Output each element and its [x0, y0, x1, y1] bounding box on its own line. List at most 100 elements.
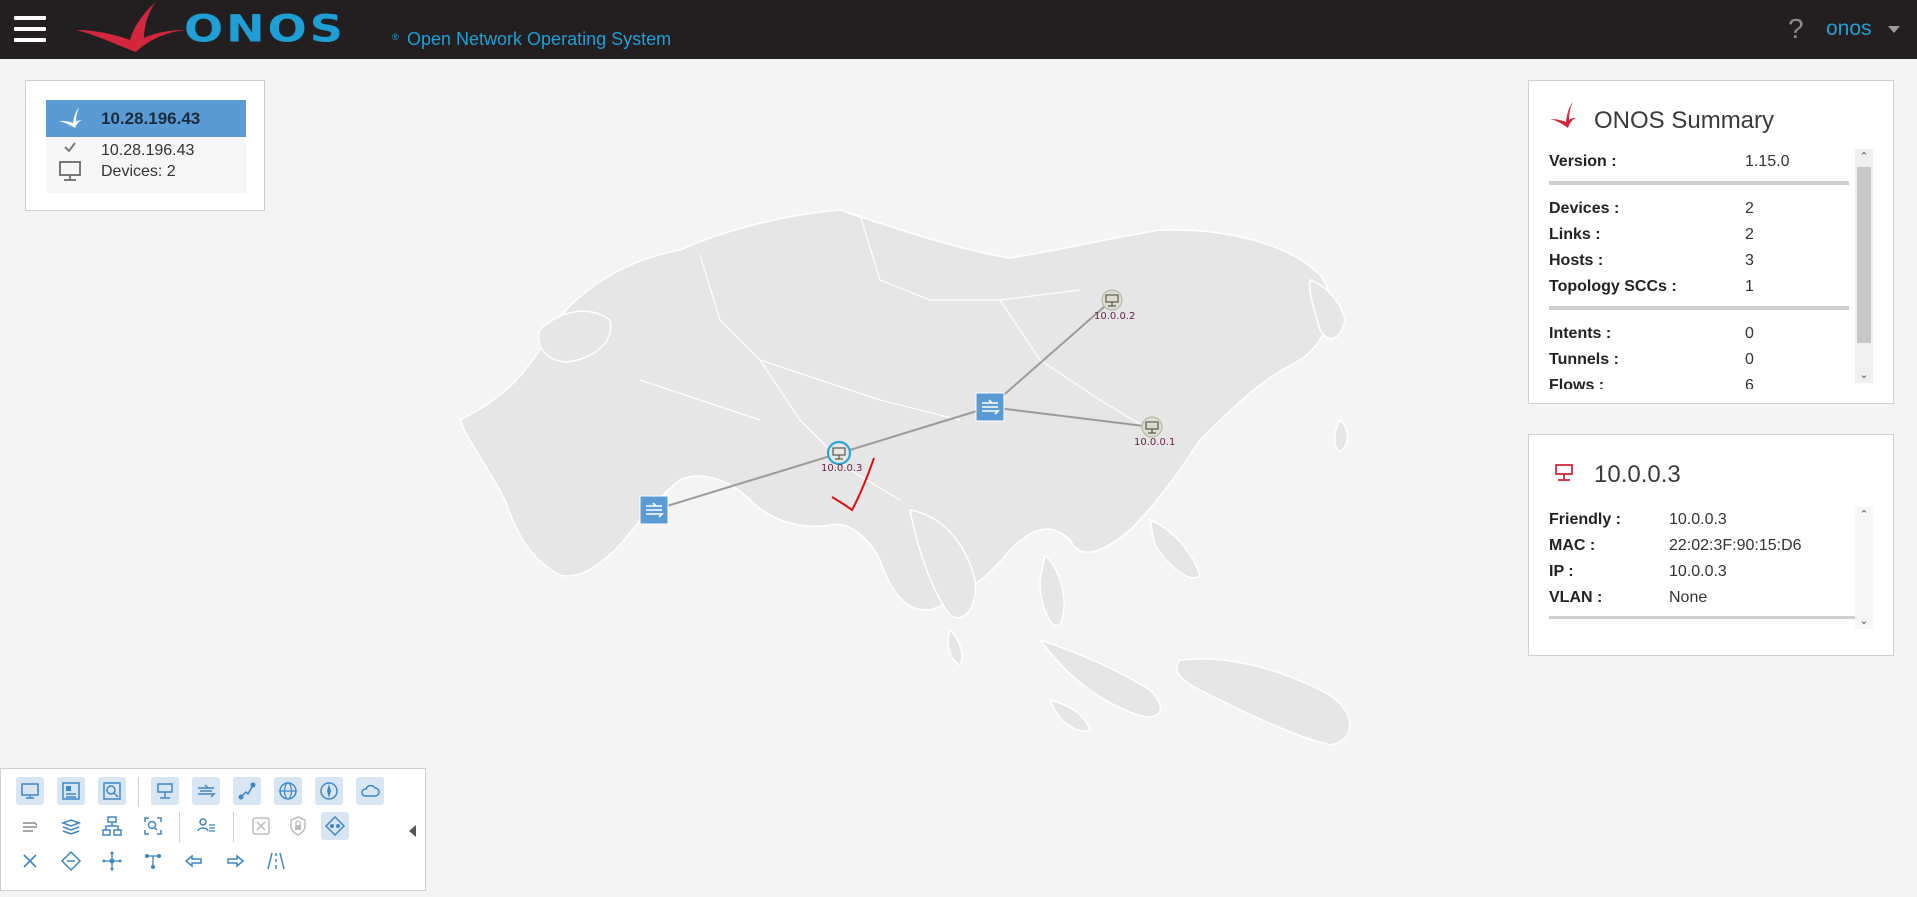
port-highlight-button[interactable] — [16, 812, 44, 840]
summary-panel-toggle-button[interactable] — [57, 777, 85, 805]
scroll-down-icon[interactable]: ⌄ — [1859, 370, 1869, 381]
link-icon — [238, 782, 256, 800]
host-detail-scrollbar[interactable]: ⌃ ⌄ — [1855, 507, 1873, 629]
summary-divider — [1549, 181, 1849, 185]
instance-header[interactable]: 10.28.196.43 — [46, 100, 246, 137]
host-label: 10.0.0.1 — [1134, 437, 1176, 448]
host-visibility-button[interactable] — [151, 777, 179, 805]
host-icon — [157, 783, 173, 799]
masthead: ONOS ® Open Network Operating System ? o… — [0, 0, 1917, 59]
summary-row: Links :2 — [1549, 226, 1754, 243]
star-network-icon — [102, 851, 122, 871]
sprite-layer-button[interactable] — [98, 812, 126, 840]
details-panel-toggle-button[interactable] — [98, 777, 126, 805]
instance-panel-toggle-button[interactable] — [16, 777, 44, 805]
scroll-up-icon[interactable]: ⌃ — [1859, 152, 1869, 163]
monitor-icon — [59, 161, 81, 181]
scroll-down-icon[interactable]: ⌄ — [1859, 616, 1869, 627]
onos-wordmark: ONOS — [184, 6, 346, 51]
traffic-diamond-icon — [324, 815, 346, 837]
focus-search-icon — [144, 817, 162, 835]
host-detail-divider — [1549, 616, 1855, 619]
port-icon — [23, 822, 38, 832]
users-icon — [197, 818, 215, 832]
instance-ip: 10.28.196.43 — [101, 142, 195, 159]
host-detail-row: VLAN : None — [1549, 589, 1708, 606]
next-intent-button[interactable] — [221, 847, 249, 875]
summary-row: Topology SCCs :1 — [1549, 278, 1754, 295]
compass-icon — [320, 782, 338, 800]
previous-intent-button[interactable] — [180, 847, 208, 875]
instance-details: 10.28.196.43 Devices: 2 — [46, 137, 246, 193]
protected-intent-button[interactable] — [262, 847, 290, 875]
clear-selection-button[interactable] — [16, 847, 44, 875]
nav-menu-button[interactable] — [14, 16, 46, 42]
instance-title: 10.28.196.43 — [101, 109, 201, 128]
scroll-up-icon[interactable]: ⌃ — [1859, 510, 1869, 521]
cloud-icon — [361, 784, 380, 797]
mastership-button[interactable] — [192, 812, 220, 840]
summary-row: Flows :6 — [1549, 377, 1754, 389]
path-button[interactable] — [139, 847, 167, 875]
flow-stats-button[interactable] — [57, 847, 85, 875]
neighbors-button[interactable] — [98, 847, 126, 875]
monitor-icon — [21, 783, 39, 799]
device-visibility-button[interactable] — [192, 777, 220, 805]
summary-divider — [1549, 306, 1849, 310]
background-map-button[interactable] — [274, 777, 302, 805]
scrollbar-thumb[interactable] — [1857, 167, 1871, 343]
product-subtitle: Open Network Operating System — [407, 29, 672, 49]
summary-card-icon — [62, 782, 80, 800]
close-icon — [23, 854, 37, 868]
summary-panel: ONOS Summary Version :1.15.0 Devices :2 … — [1528, 80, 1894, 404]
summary-title: ONOS Summary — [1594, 107, 1775, 134]
user-menu[interactable]: onos — [1826, 17, 1872, 41]
switch-icon — [198, 784, 216, 798]
summary-scrollbar[interactable]: ⌃ ⌄ — [1855, 149, 1873, 383]
help-button[interactable]: ? — [1788, 13, 1804, 45]
hamburger-line — [14, 38, 46, 42]
host-detail-row: Friendly :10.0.0.3 — [1549, 511, 1727, 528]
arrow-right-icon — [227, 854, 245, 868]
shield-lock-icon — [290, 816, 306, 836]
summary-row: Intents :0 — [1549, 325, 1754, 342]
host-label: 10.0.0.2 — [1094, 311, 1136, 322]
arrow-left-icon — [184, 854, 202, 868]
toolbar-divider — [138, 777, 139, 807]
details-search-icon — [103, 782, 121, 800]
host-label: 10.0.0.3 — [821, 463, 863, 474]
flows-diamond-icon — [60, 850, 82, 872]
host-title: 10.0.0.3 — [1594, 461, 1681, 488]
summary-row: Tunnels :0 — [1549, 351, 1754, 368]
summary-row: Hosts :3 — [1549, 252, 1754, 269]
cancel-traffic-button[interactable] — [247, 812, 275, 840]
geo-map-button[interactable] — [315, 777, 343, 805]
path-nodes-icon — [145, 854, 161, 869]
onos-bird-icon — [59, 107, 83, 128]
host-detail-panel: 10.0.0.3 Friendly :10.0.0.3 MAC :22:02:3… — [1528, 434, 1894, 656]
region-cloud-button[interactable] — [356, 777, 384, 805]
host-detail-row: MAC :22:02:3F:90:15:D6 — [1549, 537, 1802, 554]
toolbar-collapse-icon[interactable] — [409, 825, 416, 837]
network-tree-icon — [102, 816, 122, 836]
layers-button[interactable] — [57, 812, 85, 840]
zoom-fit-button[interactable] — [139, 812, 167, 840]
host-icon — [1555, 464, 1573, 481]
check-icon — [64, 142, 76, 153]
summary-row: Version :1.15.0 — [1549, 153, 1790, 170]
hamburger-line — [14, 16, 46, 20]
instance-panel: 10.28.196.43 10.28.196.43 Devices: 2 — [25, 80, 265, 211]
host-detail-list[interactable]: Friendly :10.0.0.3 MAC :22:02:3F:90:15:D… — [1549, 507, 1849, 631]
topology-toolbar — [0, 768, 426, 891]
secure-link-button[interactable] — [284, 812, 312, 840]
hamburger-line — [14, 27, 46, 31]
registered-mark: ® — [392, 32, 399, 42]
summary-list[interactable]: Version :1.15.0 Devices :2 Links :2 Host… — [1549, 149, 1849, 389]
caret-down-icon[interactable] — [1888, 26, 1900, 33]
instance-device-count: Devices: 2 — [101, 163, 176, 180]
road-lanes-icon — [267, 852, 285, 870]
toolbar-divider — [233, 812, 234, 842]
link-visibility-button[interactable] — [233, 777, 261, 805]
all-traffic-button[interactable] — [321, 812, 349, 840]
toolbar-divider — [179, 812, 180, 842]
